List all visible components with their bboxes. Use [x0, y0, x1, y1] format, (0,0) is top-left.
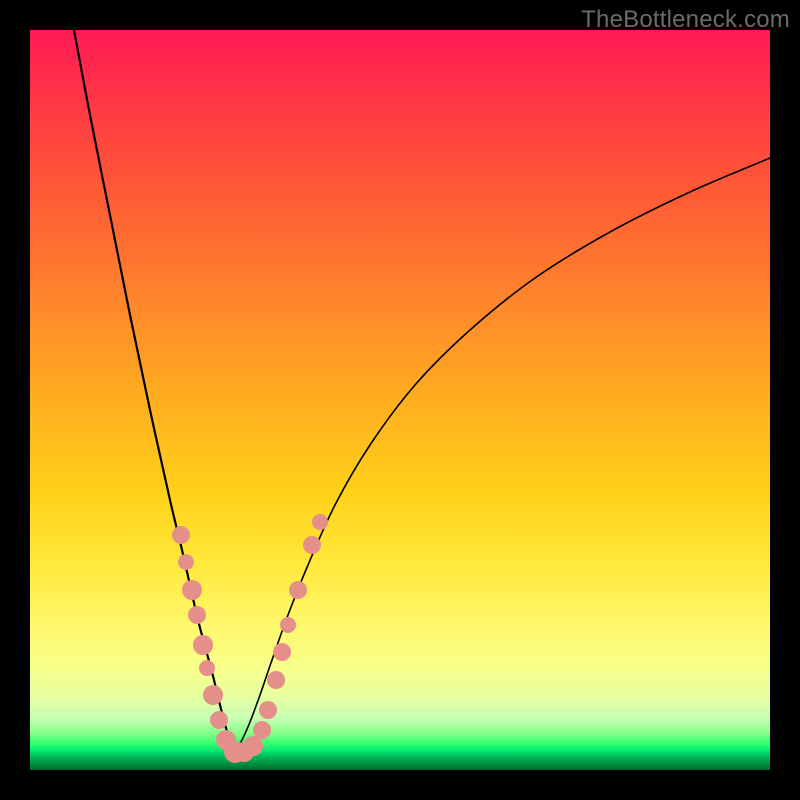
bead-point	[188, 606, 206, 624]
watermark-text: TheBottleneck.com	[581, 6, 790, 34]
curve-beads	[172, 514, 328, 763]
bead-point	[253, 721, 271, 739]
curve-right-arm	[235, 158, 770, 752]
curve-layer	[30, 30, 770, 770]
plot-area	[30, 30, 770, 770]
bead-point	[199, 660, 215, 676]
bead-point	[267, 671, 285, 689]
bead-point	[280, 617, 296, 633]
bead-point	[289, 581, 307, 599]
bead-point	[243, 736, 263, 756]
bead-point	[259, 701, 277, 719]
bead-point	[210, 711, 228, 729]
bead-point	[273, 643, 291, 661]
bead-point	[172, 526, 190, 544]
bead-point	[182, 580, 202, 600]
bead-point	[303, 536, 321, 554]
bead-point	[193, 635, 213, 655]
outer-frame: TheBottleneck.com	[0, 0, 800, 800]
bead-point	[178, 554, 194, 570]
bead-point	[312, 514, 328, 530]
bead-point	[203, 685, 223, 705]
